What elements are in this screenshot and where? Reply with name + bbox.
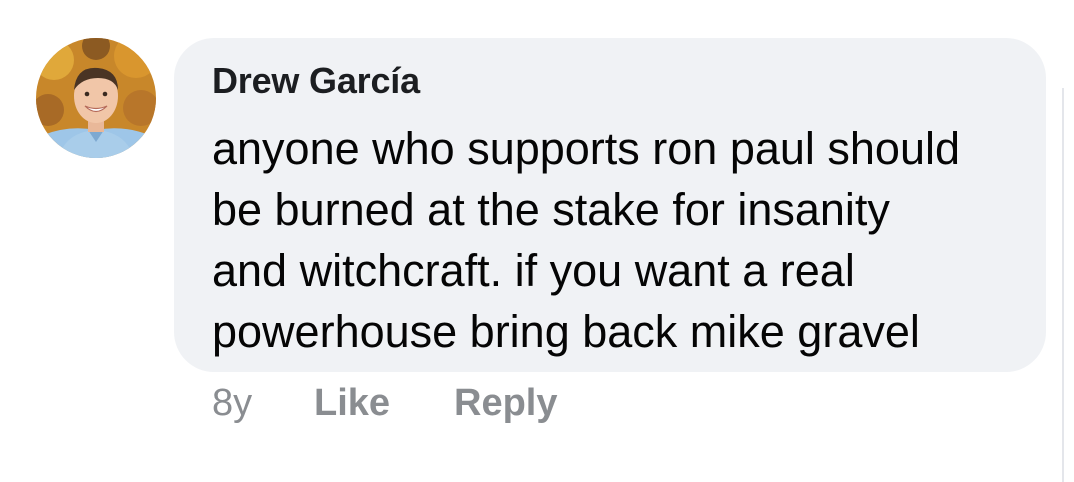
comment-text-line: and witchcraft. if you want a real: [212, 245, 855, 296]
comment-author-name[interactable]: Drew García: [212, 60, 420, 102]
comment-timestamp[interactable]: 8y: [212, 382, 252, 425]
like-button[interactable]: Like: [314, 382, 390, 425]
comment-text-line: powerhouse bring back mike gravel: [212, 306, 920, 357]
comment-screen: Drew García anyone who supports ron paul…: [0, 0, 1074, 482]
thread-divider: [1062, 88, 1064, 482]
profile-photo-icon: [36, 38, 156, 158]
reply-button[interactable]: Reply: [454, 382, 557, 425]
comment-bubble: Drew García anyone who supports ron paul…: [174, 38, 1046, 372]
comment-text: anyone who supports ron paul should be b…: [212, 118, 1012, 362]
comment-text-line: be burned at the stake for insanity: [212, 184, 890, 235]
avatar[interactable]: [36, 38, 156, 158]
comment-text-line: anyone who supports ron paul should: [212, 123, 961, 174]
